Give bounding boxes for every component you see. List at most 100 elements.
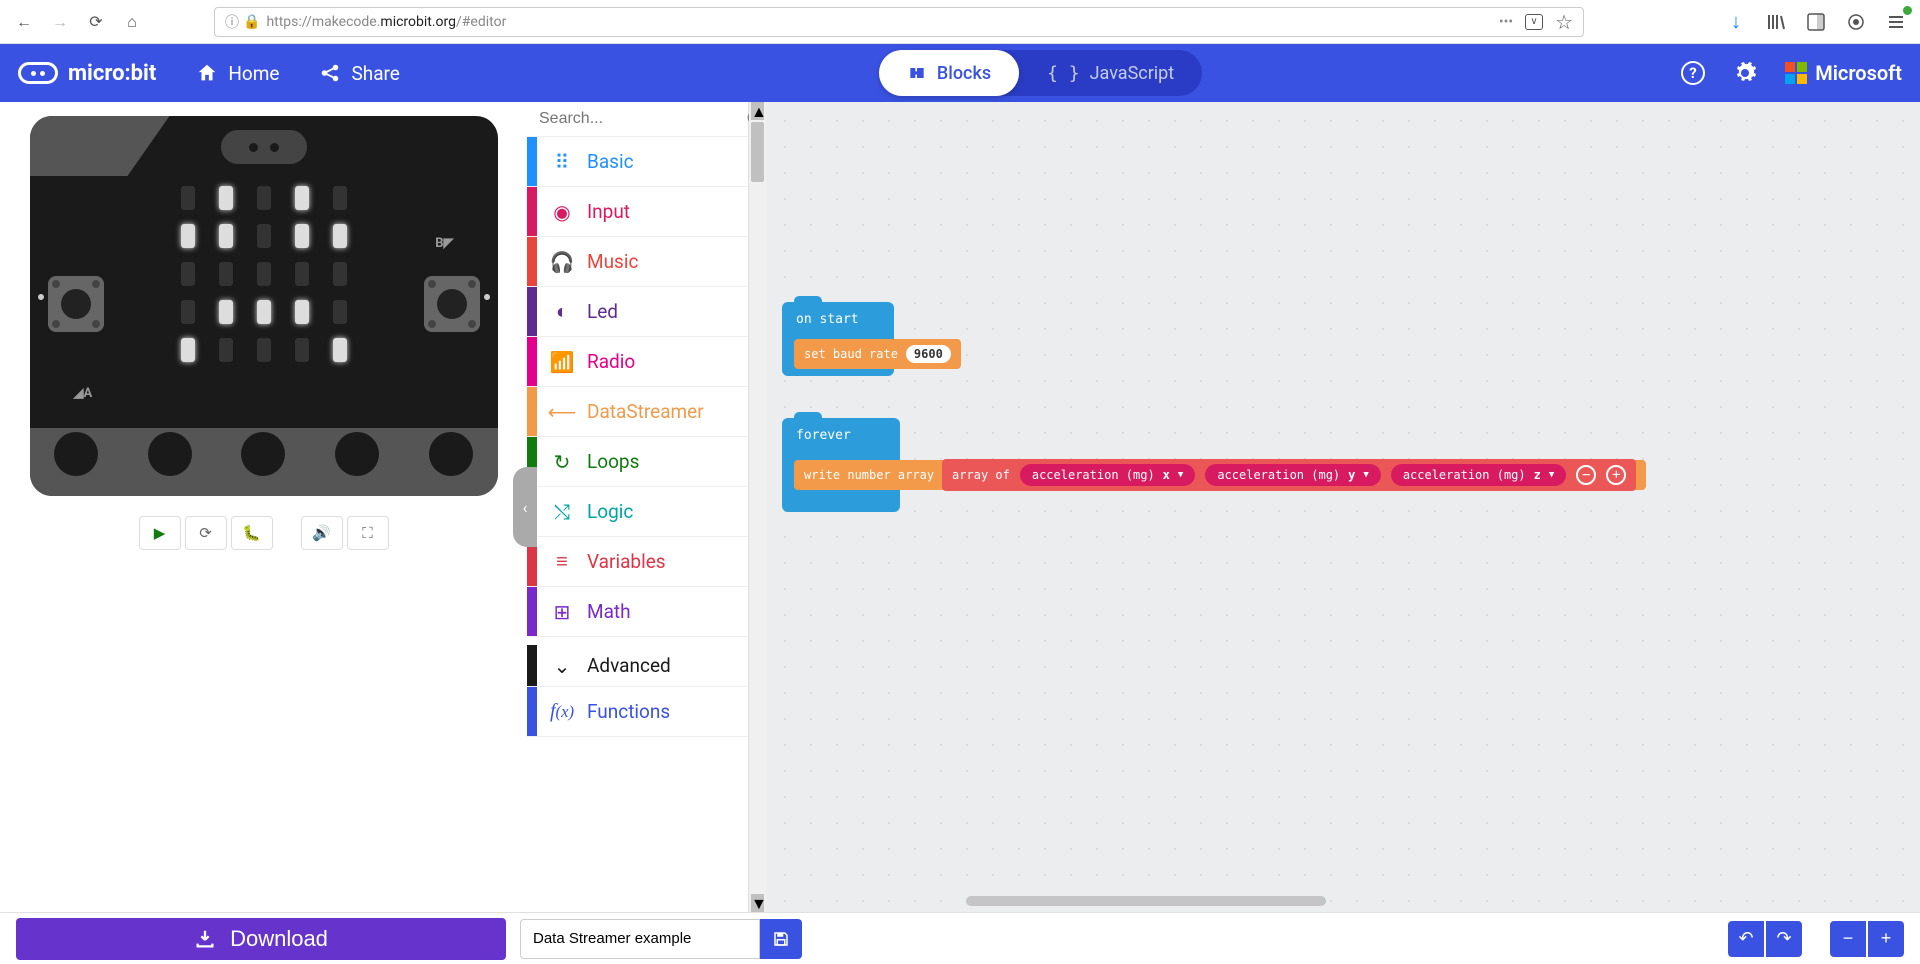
- cat-label: DataStreamer: [587, 400, 704, 423]
- settings-button[interactable]: [1733, 61, 1757, 85]
- chevron-down-icon[interactable]: ▼: [1178, 470, 1183, 480]
- accel-label: acceleration (mg): [1403, 468, 1526, 482]
- download-label: Download: [230, 926, 328, 952]
- cat-label: Math: [587, 600, 631, 623]
- array-remove-button[interactable]: −: [1576, 465, 1596, 485]
- info-icon[interactable]: ⓘ: [225, 12, 239, 32]
- redo-button[interactable]: ↷: [1766, 921, 1802, 957]
- download-icon: [194, 928, 216, 950]
- pin-2[interactable]: 2: [217, 432, 311, 478]
- bookmark-icon[interactable]: ☆: [1555, 10, 1573, 34]
- category-logic[interactable]: ⤭ Logic: [527, 487, 748, 537]
- canvas-horizontal-scrollbar[interactable]: [966, 896, 1326, 906]
- debug-button[interactable]: 🐛: [231, 516, 273, 550]
- save-icon: [772, 930, 790, 948]
- chevron-down-icon[interactable]: ▼: [1549, 470, 1554, 480]
- cat-icon: ⊞: [537, 600, 587, 624]
- cat-label: Logic: [587, 500, 633, 523]
- project-name-input[interactable]: [520, 919, 760, 959]
- cat-label: Basic: [587, 150, 634, 173]
- library-icon[interactable]: [1762, 8, 1790, 36]
- pin-label: 3V: [348, 456, 366, 474]
- menu-icon[interactable]: [1882, 8, 1910, 36]
- category-advanced[interactable]: ⌄ Advanced: [527, 637, 748, 687]
- pin-3V[interactable]: 3V: [310, 432, 404, 478]
- dot: [38, 294, 44, 300]
- led: [219, 300, 233, 324]
- block-write-number-array[interactable]: write number array array of acceleration…: [794, 460, 1646, 490]
- pocket-icon[interactable]: ∨: [1525, 14, 1543, 30]
- more-icon[interactable]: •••: [1499, 14, 1513, 30]
- chevron-down-icon[interactable]: ▼: [1363, 470, 1368, 480]
- sidebar-icon[interactable]: [1802, 8, 1830, 36]
- led: [257, 300, 271, 324]
- array-add-button[interactable]: +: [1606, 465, 1626, 485]
- category-led[interactable]: ◐ Led: [527, 287, 748, 337]
- category-datastreamer[interactable]: ⟵ DataStreamer: [527, 387, 748, 437]
- led: [219, 262, 233, 286]
- led: [257, 224, 271, 248]
- baud-value-field[interactable]: 9600: [906, 345, 951, 363]
- zoom-in-button[interactable]: +: [1868, 921, 1904, 957]
- undo-button[interactable]: ↶: [1728, 921, 1764, 957]
- play-button[interactable]: ▶: [139, 516, 181, 550]
- pin-0[interactable]: 0: [30, 432, 124, 478]
- save-button[interactable]: [760, 919, 802, 959]
- category-basic[interactable]: ⠿ Basic: [527, 137, 748, 187]
- category-radio[interactable]: 📶 Radio: [527, 337, 748, 387]
- share-link[interactable]: Share: [319, 62, 399, 85]
- downloads-icon[interactable]: ↓: [1722, 8, 1750, 36]
- category-loops[interactable]: ↻ Loops: [527, 437, 748, 487]
- axis-y: y: [1348, 468, 1355, 482]
- restart-button[interactable]: ⟳: [185, 516, 227, 550]
- dot: [484, 294, 490, 300]
- download-button[interactable]: Download: [16, 918, 506, 960]
- function-icon: f(x): [537, 700, 587, 723]
- blocks-canvas[interactable]: on start set baud rate 9600 forever writ…: [766, 102, 1920, 912]
- simulator-panel: ◢A B◤ 0123VGND ▶ ⟳ 🐛 🔊 ⛶ ‹: [0, 102, 527, 912]
- back-button[interactable]: ←: [10, 8, 38, 36]
- accel-z-block[interactable]: acceleration (mg) z ▼: [1391, 464, 1566, 486]
- led-grid: [176, 186, 352, 362]
- toolbox-scrollbar[interactable]: ▲ ▼: [749, 102, 766, 912]
- accel-x-block[interactable]: acceleration (mg) x ▼: [1020, 464, 1195, 486]
- microbit-board[interactable]: ◢A B◤ 0123VGND: [30, 116, 498, 496]
- button-a[interactable]: [48, 276, 104, 332]
- button-b[interactable]: [424, 276, 480, 332]
- category-music[interactable]: 🎧 Music: [527, 237, 748, 287]
- screenshot-icon[interactable]: [1842, 8, 1870, 36]
- url-bar[interactable]: ⓘ 🔒 https://makecode.microbit.org/#edito…: [214, 7, 1584, 37]
- accel-y-block[interactable]: acceleration (mg) y ▼: [1205, 464, 1380, 486]
- category-functions[interactable]: f(x) Functions: [527, 687, 748, 737]
- category-math[interactable]: ⊞ Math: [527, 587, 748, 637]
- search-input[interactable]: [539, 110, 746, 128]
- pin-1[interactable]: 1: [123, 432, 217, 478]
- baud-label: set baud rate: [804, 347, 898, 361]
- pin-GND[interactable]: GND: [404, 432, 498, 478]
- category-input[interactable]: ◉ Input: [527, 187, 748, 237]
- microbit-logo[interactable]: micro:bit: [18, 61, 156, 86]
- home-button[interactable]: ⌂: [118, 8, 146, 36]
- blocks-icon: [907, 63, 927, 83]
- home-link[interactable]: Home: [196, 62, 279, 85]
- fullscreen-button[interactable]: ⛶: [347, 516, 389, 550]
- reload-button[interactable]: ⟳: [82, 8, 110, 36]
- url-subdomain: makecode.: [312, 14, 381, 30]
- led: [257, 262, 271, 286]
- category-variables[interactable]: ≡ Variables: [527, 537, 748, 587]
- tab-javascript[interactable]: { } JavaScript: [1019, 50, 1202, 96]
- audio-button[interactable]: 🔊: [301, 516, 343, 550]
- forward-button[interactable]: →: [46, 8, 74, 36]
- zoom-out-button[interactable]: −: [1830, 921, 1866, 957]
- block-set-baud-rate[interactable]: set baud rate 9600: [794, 339, 961, 369]
- label-a: ◢A: [74, 386, 93, 401]
- home-icon: [196, 62, 218, 84]
- cat-color-bar: [527, 687, 537, 736]
- array-of-block[interactable]: array of acceleration (mg) x ▼ accelerat…: [942, 459, 1636, 491]
- tab-blocks[interactable]: Blocks: [879, 50, 1019, 96]
- microsoft-logo[interactable]: Microsoft: [1785, 61, 1902, 85]
- help-button[interactable]: ?: [1681, 61, 1705, 85]
- led: [219, 338, 233, 362]
- cat-color-bar: [527, 387, 537, 436]
- collapse-simulator[interactable]: ‹: [513, 467, 537, 547]
